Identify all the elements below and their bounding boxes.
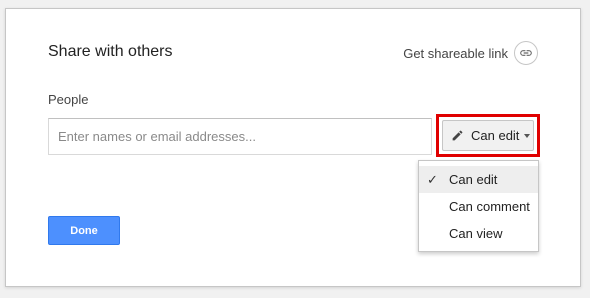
menu-item-can-edit[interactable]: ✓ Can edit	[419, 166, 538, 193]
people-label: People	[48, 92, 89, 107]
page-background: Share with others Get shareable link Peo…	[0, 0, 590, 298]
pencil-icon	[452, 130, 463, 141]
share-dialog: Share with others Get shareable link Peo…	[5, 8, 581, 287]
menu-item-label: Can comment	[449, 199, 530, 214]
menu-item-label: Can edit	[449, 172, 498, 187]
link-icon-svg	[520, 50, 532, 56]
people-input[interactable]	[48, 118, 432, 155]
permission-dropdown-button[interactable]: Can edit	[442, 120, 534, 151]
menu-item-can-view[interactable]: Can view	[419, 220, 538, 247]
chevron-down-icon	[524, 133, 531, 138]
get-shareable-link-button[interactable]: Get shareable link	[403, 41, 538, 65]
menu-item-label: Can view	[449, 226, 503, 241]
done-button[interactable]: Done	[48, 216, 120, 245]
permission-dropdown-label: Can edit	[471, 128, 520, 143]
link-icon[interactable]	[514, 41, 538, 65]
dialog-title: Share with others	[48, 43, 173, 60]
check-icon: ✓	[427, 172, 438, 187]
menu-item-can-comment[interactable]: Can comment	[419, 193, 538, 220]
permission-menu: ✓ Can edit Can comment Can view	[418, 160, 539, 252]
get-shareable-link-label: Get shareable link	[403, 45, 508, 61]
